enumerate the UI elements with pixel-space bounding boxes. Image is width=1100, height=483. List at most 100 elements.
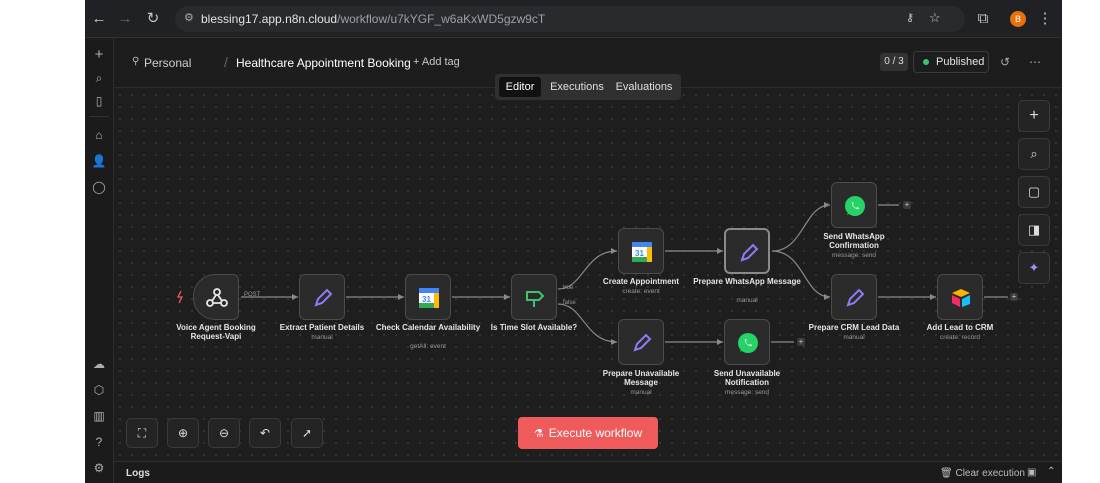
breadcrumb-personal[interactable]: Personal	[144, 56, 191, 70]
history-icon[interactable]: ↺	[1000, 55, 1010, 69]
edge-label-post: POST	[244, 292, 261, 298]
arrowhead	[824, 294, 830, 300]
svg-text:31: 31	[422, 295, 431, 304]
sidebar-divider	[89, 116, 109, 117]
node-extract-patient-details[interactable]	[299, 274, 345, 320]
tidy-up-icon[interactable]: ➚	[291, 418, 323, 448]
zoom-in-icon[interactable]: ⊕	[167, 418, 199, 448]
clear-execution-button[interactable]: 🗑 Clear execution	[940, 468, 1025, 479]
arrowhead	[611, 248, 617, 254]
more-options-icon[interactable]: ⋯	[1029, 55, 1041, 69]
node-subtitle: getAll: event	[410, 343, 446, 350]
arrowhead	[824, 202, 830, 208]
published-button[interactable]: Published	[913, 51, 989, 73]
add-icon[interactable]: +	[90, 46, 108, 64]
node-send-whatsapp-confirmation[interactable]	[831, 182, 877, 228]
panel-toggle-icon[interactable]: ◨	[1018, 214, 1050, 246]
chat-icon[interactable]: ◯	[90, 178, 108, 196]
address-bar[interactable]: ⚙ blessing17.app.n8n.cloud/workflow/u7kY…	[175, 6, 965, 32]
add-node-plus-icon[interactable]: +	[903, 201, 911, 209]
tab-evaluations[interactable]: Evaluations	[611, 77, 677, 97]
add-node-plus-icon[interactable]: +	[1010, 293, 1018, 301]
person-icon: ⚲	[132, 56, 140, 67]
cloud-icon[interactable]: ☁	[90, 355, 108, 373]
fit-view-icon[interactable]: ⛶	[126, 418, 158, 448]
node-subtitle: manual	[843, 334, 865, 341]
node-voice-agent-trigger[interactable]	[193, 274, 239, 320]
tab-editor[interactable]: Editor	[499, 77, 541, 97]
chevron-up-icon[interactable]: ⌃	[1047, 466, 1055, 477]
zoom-out-icon[interactable]: ⊖	[208, 418, 240, 448]
published-status-dot	[923, 59, 929, 65]
node-subtitle: manual	[630, 389, 652, 396]
reload-icon[interactable]: ↻	[143, 9, 163, 29]
node-subtitle: message: send	[831, 252, 877, 259]
home-icon[interactable]: ⌂	[90, 126, 108, 144]
pen-icon	[846, 288, 865, 307]
user-icon[interactable]: 👤	[90, 152, 108, 170]
site-settings-icon[interactable]: ⚙	[184, 11, 194, 24]
node-label: Create Appointment	[602, 277, 680, 286]
node-subtitle: manual	[311, 334, 333, 341]
node-label: Is Time Slot Available?	[490, 323, 578, 332]
whatsapp-icon	[845, 196, 865, 216]
node-label: Prepare CRM Lead Data	[808, 323, 900, 332]
connections-layer	[176, 202, 1008, 345]
sticky-note-icon[interactable]: ▢	[1018, 176, 1050, 208]
node-create-appointment[interactable]: 31	[618, 228, 664, 274]
airtable-icon	[952, 289, 970, 307]
node-prepare-unavailable-message[interactable]	[618, 319, 664, 365]
profile-avatar[interactable]: B	[1010, 11, 1026, 27]
bookmark-star-icon[interactable]: ☆	[929, 10, 941, 26]
node-label: Add Lead to CRM	[926, 323, 994, 332]
arrowhead	[717, 339, 723, 345]
node-prepare-whatsapp-message[interactable]	[724, 228, 770, 274]
popout-icon[interactable]: ▣	[1027, 467, 1036, 478]
left-sidebar: + ⌕ ▯ ⌂ 👤 ◯ ☁ ⬡ ▥ ? ⚙	[85, 38, 114, 483]
back-icon[interactable]: ←	[89, 9, 109, 29]
sidebar-toggle-icon[interactable]: ▯	[90, 92, 108, 110]
search-nodes-icon[interactable]: ⌕	[1018, 138, 1050, 170]
ai-sparkle-icon[interactable]: ✦	[1018, 252, 1050, 284]
password-key-icon[interactable]: ⚷	[906, 11, 914, 24]
node-label: Check Calendar Availability	[375, 323, 481, 332]
node-send-unavailable-notification[interactable]	[724, 319, 770, 365]
help-icon[interactable]: ?	[90, 433, 108, 451]
search-icon[interactable]: ⌕	[90, 69, 108, 87]
tab-executions[interactable]: Executions	[545, 77, 609, 97]
url-host: blessing17.app.n8n.cloud	[201, 12, 338, 26]
extensions-icon[interactable]: ⧉	[973, 9, 993, 29]
add-node-button[interactable]: +	[1018, 100, 1050, 132]
workflow-canvas[interactable]: POST true false Voice Agent Booking Requ…	[114, 89, 1062, 461]
arrowhead	[504, 294, 510, 300]
node-label: Voice Agent Booking Request-Vapi	[176, 323, 256, 341]
node-label: Prepare WhatsApp Message	[693, 277, 801, 286]
node-prepare-crm-lead-data[interactable]	[831, 274, 877, 320]
add-node-plus-icon[interactable]: +	[797, 338, 805, 346]
workflow-title[interactable]: Healthcare Appointment Booking	[236, 56, 411, 70]
node-subtitle: message: send	[724, 389, 770, 396]
clear-execution-label: Clear execution	[955, 468, 1025, 479]
edge-label-true: true	[563, 285, 574, 291]
google-calendar-icon: 31	[632, 242, 652, 262]
pen-icon	[740, 243, 759, 262]
arrowhead	[292, 294, 298, 300]
url-text: blessing17.app.n8n.cloud/workflow/u7kYGF…	[201, 12, 545, 26]
undo-icon[interactable]: ↶	[249, 418, 281, 448]
node-is-time-slot-available[interactable]	[511, 274, 557, 320]
logs-panel-bar[interactable]: Logs 🗑 Clear execution ▣ ⌃	[114, 461, 1062, 483]
browser-menu-icon[interactable]: ⋮	[1035, 9, 1055, 29]
google-calendar-icon: 31	[419, 288, 439, 308]
node-label: Send WhatsApp Confirmation	[823, 232, 885, 250]
add-tag-button[interactable]: + Add tag	[413, 56, 460, 68]
forward-icon[interactable]: →	[115, 9, 135, 29]
node-add-lead-to-crm[interactable]	[937, 274, 983, 320]
settings-gear-icon[interactable]: ⚙	[90, 459, 108, 477]
node-label: Extract Patient Details	[279, 323, 365, 332]
node-check-calendar[interactable]: 31	[405, 274, 451, 320]
templates-icon[interactable]: ⬡	[90, 381, 108, 399]
arrowhead	[930, 294, 936, 300]
insights-icon[interactable]: ▥	[90, 407, 108, 425]
execute-workflow-button[interactable]: ⚗ Execute workflow	[518, 417, 658, 449]
webhook-icon	[206, 288, 228, 307]
